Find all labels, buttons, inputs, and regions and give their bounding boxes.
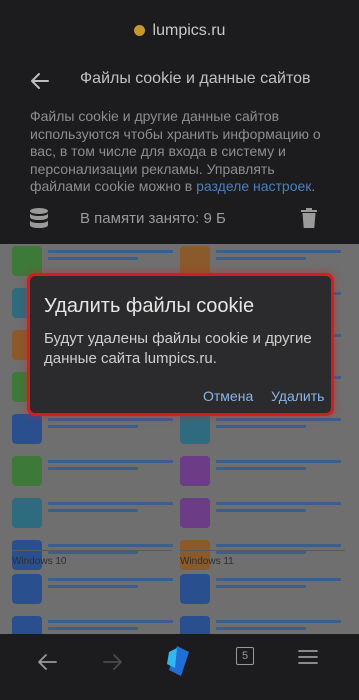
section-heading-left: Windows 10 (12, 556, 67, 567)
list-item (12, 454, 182, 488)
section-divider (12, 550, 172, 551)
settings-section-link[interactable]: разделе настроек (196, 178, 311, 194)
site-favicon-icon (133, 25, 145, 36)
section-divider (180, 550, 345, 551)
address-domain: lumpics.ru (152, 22, 226, 39)
list-item (12, 412, 182, 446)
memory-used-label: В памяти занято: 9 Б (80, 210, 226, 227)
database-icon (30, 208, 48, 228)
cancel-button[interactable]: Отмена (203, 388, 253, 404)
delete-cookies-dialog: Удалить файлы cookie Будут удалены файлы… (27, 273, 334, 416)
dialog-title: Удалить файлы cookie (44, 295, 255, 317)
delete-button[interactable]: Удалить (271, 388, 324, 404)
dialog-message: Будут удалены файлы cookie и другие данн… (44, 330, 312, 367)
menu-icon[interactable] (298, 649, 318, 665)
back-arrow-icon[interactable] (36, 652, 58, 672)
list-item (180, 412, 350, 446)
trash-icon[interactable] (301, 208, 317, 228)
bottom-navigation: 5 (0, 634, 359, 700)
list-item (180, 496, 350, 530)
section-heading-right: Windows 11 (180, 556, 234, 567)
page-title: Файлы cookie и данные сайтов (80, 70, 311, 87)
back-arrow-icon[interactable] (28, 69, 52, 93)
forward-arrow-icon[interactable] (102, 652, 124, 672)
settings-description: Файлы cookie и другие данные сайтов испо… (30, 108, 335, 196)
browser-logo-icon[interactable] (163, 644, 195, 678)
cookie-settings-panel: Файлы cookie и данные сайтов Файлы cooki… (0, 58, 359, 244)
address-bar[interactable]: lumpics.ru (0, 0, 359, 58)
list-item (180, 454, 350, 488)
tabs-icon[interactable]: 5 (236, 647, 254, 665)
description-end: . (311, 178, 316, 194)
list-item (12, 496, 182, 530)
